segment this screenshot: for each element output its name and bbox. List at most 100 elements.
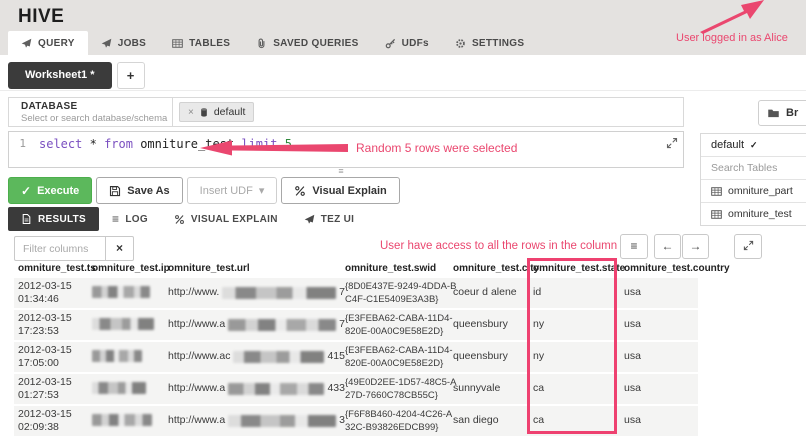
next-page-button[interactable]: → — [682, 234, 709, 259]
query-text[interactable]: select * from omniture_test limit 5 — [39, 137, 292, 151]
cell-ts: 2012-03-15 01:27:53 — [18, 376, 72, 401]
tab-jobs[interactable]: JOBS — [88, 31, 159, 55]
cell-country: usa — [624, 350, 641, 362]
execute-button[interactable]: ✓ Execute — [8, 177, 93, 204]
worksheet-tab[interactable]: Worksheet1 * — [8, 62, 112, 89]
tab-label: QUERY — [38, 38, 75, 49]
table-row[interactable]: 2012-03-15 02:09:38 http://www.a 3 {F6F8B… — [14, 406, 698, 436]
cell-city: san diego — [453, 414, 499, 426]
filter-columns-input[interactable] — [14, 236, 106, 261]
paperclip-icon — [256, 38, 267, 49]
document-icon — [21, 213, 32, 225]
action-bar: ✓ Execute Save As Insert UDF ▾ Visual Ex… — [8, 177, 400, 204]
tab-label: RESULTS — [38, 213, 87, 225]
tab-visual-explain[interactable]: VISUAL EXPLAIN — [161, 207, 291, 231]
tab-label: SAVED QUERIES — [273, 38, 359, 49]
expand-icon[interactable] — [666, 137, 678, 149]
main-nav: QUERY JOBS TABLES SAVED QUERIES UDFs SET… — [8, 31, 537, 55]
insert-udf-label: Insert UDF — [199, 184, 253, 197]
redacted-ip — [92, 382, 170, 394]
tab-label: TABLES — [189, 38, 231, 49]
column-header-country[interactable]: omniture_test.country — [624, 263, 730, 274]
sidebar-table-name: omniture_test — [728, 208, 792, 220]
url-prefix: http://www.a — [168, 382, 226, 394]
database-hint: Select or search database/schema — [21, 113, 168, 124]
database-icon — [199, 107, 209, 118]
tab-label: UDFs — [401, 38, 429, 49]
cell-state: id — [533, 286, 542, 298]
visual-explain-button[interactable]: Visual Explain — [281, 177, 400, 204]
redacted-url-part — [228, 318, 337, 331]
add-worksheet-button[interactable]: + — [116, 62, 145, 89]
results-table: 2012-03-15 01:34:46 http://www. 7 {8D0E43… — [14, 278, 698, 438]
url-prefix: http://www.a — [168, 318, 226, 330]
browse-button[interactable]: Br — [758, 100, 806, 126]
cell-swid: {8D0E437E-9249-4DDA-BC4F-C1E5409E3A3B} — [345, 281, 457, 305]
database-panel: DATABASE Select or search database/schem… — [8, 97, 684, 127]
column-header-ip[interactable]: omniture_test.ip — [92, 263, 170, 274]
insert-udf-button[interactable]: Insert UDF ▾ — [186, 177, 278, 204]
redacted-ip — [92, 286, 170, 298]
table-row[interactable]: 2012-03-15 17:05:00 http://www.ac 415 {E3… — [14, 342, 698, 372]
cell-state: ca — [533, 414, 545, 426]
database-label: DATABASE — [21, 101, 78, 112]
tab-log[interactable]: ≡ LOG — [99, 207, 161, 231]
column-header-state[interactable]: omniture_test.state — [533, 263, 625, 274]
resize-grip-icon[interactable]: ≡ — [332, 167, 350, 176]
column-header-swid[interactable]: omniture_test.swid — [345, 263, 436, 274]
table-row[interactable]: 2012-03-15 01:27:53 http://www.a 433 {49E… — [14, 374, 698, 404]
tab-label: JOBS — [117, 38, 147, 49]
page-title: HIVE — [18, 6, 65, 27]
cell-url: http://www. 7 — [168, 286, 345, 299]
tab-label: SETTINGS — [471, 38, 525, 49]
cell-swid: {E3FEBA62-CABA-11D4-820E-00A0C9E58E2D} — [345, 313, 453, 337]
cell-city: coeur d alene — [453, 286, 517, 298]
tab-udfs[interactable]: UDFs — [372, 31, 442, 55]
query-editor[interactable]: 1 select * from omniture_test limit 5 — [8, 131, 684, 168]
redacted-url-part — [228, 382, 325, 395]
database-select[interactable]: × default — [172, 98, 683, 126]
sidebar-search-tables[interactable]: Search Tables — [701, 156, 806, 179]
list-icon: ≡ — [112, 212, 120, 226]
tab-query[interactable]: QUERY — [8, 31, 88, 55]
sql-star: * — [89, 137, 97, 151]
execute-label: Execute — [37, 184, 80, 197]
table-row[interactable]: 2012-03-15 17:23:53 http://www.a 7 {E3FEB… — [14, 310, 698, 340]
tab-tez-ui[interactable]: TEZ UI — [291, 207, 367, 231]
sql-number: 5 — [284, 137, 292, 151]
percent-icon — [294, 185, 306, 197]
close-icon: × — [115, 241, 123, 255]
cell-country: usa — [624, 286, 641, 298]
url-suffix: 433 — [327, 382, 345, 394]
remove-tag-icon[interactable]: × — [188, 107, 194, 118]
results-menu-button[interactable]: ≡ — [620, 234, 648, 259]
cell-url: http://www.a 433 — [168, 382, 345, 395]
column-header-url[interactable]: omniture_test.url — [168, 263, 250, 274]
sidebar-item-omniture-test[interactable]: omniture_test — [701, 202, 806, 225]
sql-keyword: limit — [241, 137, 278, 151]
tab-tables[interactable]: TABLES — [159, 31, 243, 55]
column-header-city[interactable]: omniture_test.city — [453, 263, 539, 274]
key-icon — [385, 38, 396, 49]
tab-results[interactable]: RESULTS — [8, 207, 100, 231]
table-row[interactable]: 2012-03-15 01:34:46 http://www. 7 {8D0E43… — [14, 278, 698, 308]
clear-filter-button[interactable]: × — [106, 236, 134, 261]
tab-label: LOG — [125, 213, 148, 225]
result-tabbar: RESULTS ≡ LOG VISUAL EXPLAIN TEZ UI — [8, 207, 367, 231]
tab-saved-queries[interactable]: SAVED QUERIES — [243, 31, 371, 55]
save-as-button[interactable]: Save As — [96, 177, 183, 204]
app-header: HIVE QUERY JOBS TABLES SAVED QUERIES UDF… — [0, 0, 806, 55]
url-suffix: 415 — [327, 350, 345, 362]
fullscreen-results-button[interactable] — [734, 234, 762, 259]
cell-country: usa — [624, 318, 641, 330]
sidebar-item-omniture-part[interactable]: omniture_part — [701, 179, 806, 202]
tab-settings[interactable]: SETTINGS — [442, 31, 537, 55]
selected-database-tag[interactable]: × default — [179, 102, 255, 122]
sidebar-database-name: default — [711, 139, 745, 151]
sidebar-table-name: omniture_part — [728, 185, 793, 197]
cell-city: sunnyvale — [453, 382, 501, 394]
hive-query-view: HIVE QUERY JOBS TABLES SAVED QUERIES UDF… — [0, 0, 806, 441]
sidebar-database-header[interactable]: default ✓ — [701, 134, 806, 156]
column-header-ts[interactable]: omniture_test.ts — [18, 263, 96, 274]
previous-page-button[interactable]: ← — [654, 234, 681, 259]
